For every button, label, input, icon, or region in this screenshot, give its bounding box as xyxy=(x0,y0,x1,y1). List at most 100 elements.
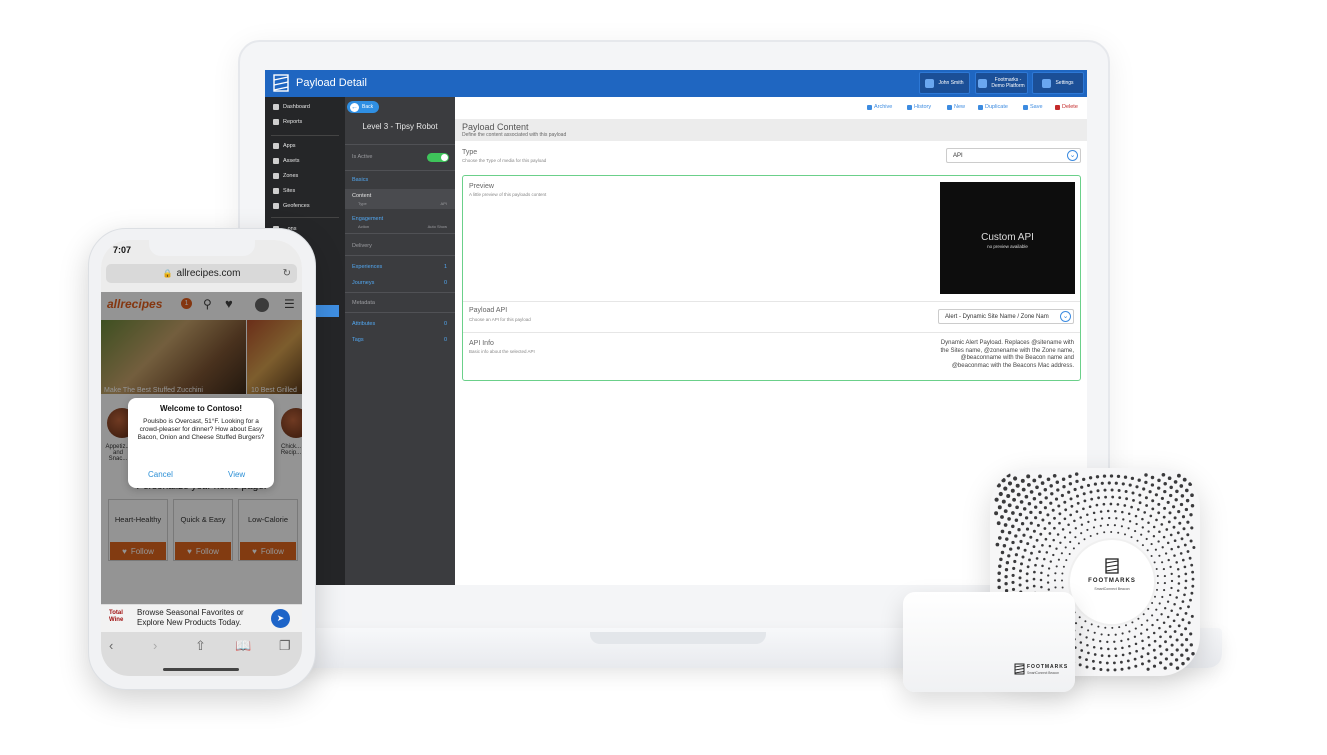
sidebar-item-sites[interactable]: Sites xyxy=(273,188,295,194)
grille-hole xyxy=(1175,561,1178,564)
grille-hole xyxy=(1183,593,1186,597)
grille-hole xyxy=(1130,536,1133,539)
grille-hole xyxy=(1141,662,1144,666)
tabs-icon[interactable]: ❐ xyxy=(279,638,291,654)
nav-basics[interactable]: Basics xyxy=(352,177,368,183)
nav-engagement[interactable]: Engagement xyxy=(352,216,383,222)
content-type-value: API xyxy=(440,201,447,206)
grille-hole xyxy=(1114,633,1117,636)
grille-hole xyxy=(1115,517,1118,520)
grille-hole xyxy=(1046,581,1050,584)
grille-hole xyxy=(1121,482,1125,486)
delete-button[interactable]: Delete xyxy=(1055,104,1078,110)
user-button[interactable]: John Smith xyxy=(919,72,970,94)
engagement-action-value: Auto Show xyxy=(427,224,447,229)
back-button[interactable]: ← Back xyxy=(347,101,379,113)
grille-hole xyxy=(1118,626,1121,629)
grille-hole xyxy=(1150,555,1153,557)
grille-hole xyxy=(995,542,1000,547)
grille-hole xyxy=(1167,558,1170,562)
save-button[interactable]: Save xyxy=(1023,104,1043,110)
grille-hole xyxy=(1161,546,1164,549)
grille-hole xyxy=(1070,504,1074,508)
new-button[interactable]: New xyxy=(947,104,965,110)
grille-hole xyxy=(1092,526,1096,529)
grille-hole xyxy=(1117,531,1120,534)
grille-hole xyxy=(1102,502,1106,506)
payload-api-select[interactable]: Alert - Dynamic Site Name / Zone Nam ⌄ xyxy=(938,309,1074,324)
nav-content[interactable]: Content xyxy=(352,193,371,199)
nav-content-highlight[interactable] xyxy=(345,189,455,209)
grille-hole xyxy=(1169,593,1172,597)
share-icon[interactable]: ⇧ xyxy=(195,638,206,654)
grille-hole xyxy=(1185,648,1189,652)
grille-hole xyxy=(1055,565,1058,568)
status-time: 7:07 xyxy=(113,245,132,255)
grille-hole xyxy=(1177,575,1181,578)
archive-button[interactable]: Archive xyxy=(867,104,892,110)
grille-hole xyxy=(1046,477,1051,482)
sidebar-item-geofences[interactable]: Geofences xyxy=(273,203,310,209)
grille-hole xyxy=(1087,651,1090,655)
grille-hole xyxy=(1100,481,1104,485)
grille-hole xyxy=(1074,527,1077,530)
grille-hole xyxy=(1053,526,1056,530)
is-active-toggle[interactable] xyxy=(427,153,449,162)
view-button[interactable]: View xyxy=(228,470,245,479)
grille-hole xyxy=(1181,558,1185,562)
reload-icon[interactable]: ↻ xyxy=(283,268,291,279)
sidebar-item-zones[interactable]: Zones xyxy=(273,173,298,179)
grille-hole xyxy=(1109,502,1113,506)
forward-icon[interactable]: › xyxy=(153,638,157,653)
grille-hole xyxy=(1180,537,1184,541)
grille-hole xyxy=(1182,527,1186,531)
nav-attributes[interactable]: Attributes xyxy=(352,321,375,327)
grille-hole xyxy=(1092,645,1096,649)
nav-experiences[interactable]: Experiences xyxy=(352,264,382,270)
sidebar-item-label: Dashboard xyxy=(283,104,310,110)
sidebar-item-dashboard[interactable]: Dashboard xyxy=(273,104,310,110)
sidebar-item-apps[interactable]: Apps xyxy=(273,143,296,149)
grille-hole xyxy=(1128,483,1132,487)
back-icon[interactable]: ‹ xyxy=(109,638,113,653)
welcome-modal: Welcome to Contoso! Poulsbo is Overcast,… xyxy=(128,398,274,488)
bookmarks-icon[interactable]: 📖 xyxy=(235,638,251,654)
settings-button[interactable]: Settings xyxy=(1032,72,1084,94)
history-button[interactable]: History xyxy=(907,104,931,110)
grille-hole xyxy=(1026,474,1031,479)
grille-hole xyxy=(1114,654,1118,658)
grille-hole xyxy=(1015,505,1019,510)
grille-hole xyxy=(1121,632,1124,635)
org-button[interactable]: Footmarks - Demo Platform xyxy=(975,72,1028,94)
nav-journeys[interactable]: Journeys xyxy=(352,280,374,286)
url-bar[interactable]: 🔒 allrecipes.com ↻ xyxy=(106,264,297,283)
grille-hole xyxy=(1107,647,1110,651)
nav-tags[interactable]: Tags xyxy=(352,337,364,343)
grille-hole xyxy=(1153,561,1156,564)
ad-arrow-icon[interactable]: ➤ xyxy=(271,609,290,628)
grille-hole xyxy=(1014,534,1018,538)
grille-hole xyxy=(1128,644,1131,648)
grille-hole xyxy=(1147,659,1151,663)
grille-hole xyxy=(1189,598,1192,602)
sidebar-item-reports[interactable]: Reports xyxy=(273,119,302,125)
grille-hole xyxy=(1022,507,1027,511)
grille-hole xyxy=(1065,559,1068,562)
row-divider xyxy=(463,332,1080,333)
type-sublabel: Choose the Type of media for this payloa… xyxy=(462,158,547,163)
panel-divider xyxy=(345,144,455,145)
grille-hole xyxy=(1044,496,1048,500)
grille-hole xyxy=(1177,624,1181,628)
grille-hole xyxy=(1168,625,1172,628)
grille-hole xyxy=(1106,640,1109,644)
sidebar-item-assets[interactable]: Assets xyxy=(273,158,300,164)
type-select[interactable]: API ⌄ xyxy=(946,148,1081,163)
grille-hole xyxy=(1176,568,1180,571)
chevron-down-icon: ⌄ xyxy=(1067,150,1078,161)
cancel-button[interactable]: Cancel xyxy=(148,470,173,479)
grille-hole xyxy=(1191,570,1195,574)
duplicate-button[interactable]: Duplicate xyxy=(978,104,1008,110)
grille-hole xyxy=(1013,559,1017,564)
grille-hole xyxy=(1190,503,1195,508)
grille-hole xyxy=(1116,503,1120,506)
